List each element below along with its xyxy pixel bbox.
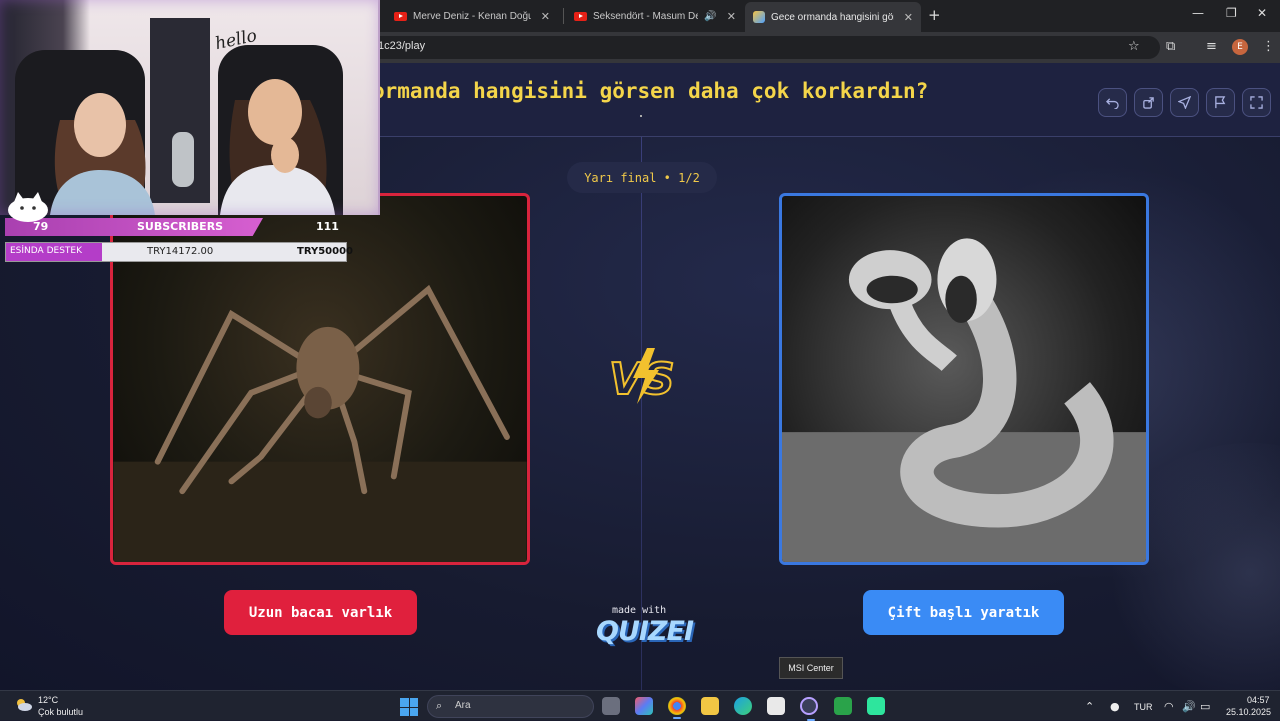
windows-start-button[interactable] bbox=[400, 698, 418, 716]
flag-icon bbox=[1215, 96, 1226, 109]
donation-goal-label: ESİNDA DESTEK bbox=[10, 246, 82, 256]
battery-icon[interactable]: ▭ bbox=[1200, 700, 1210, 713]
cursor-dot bbox=[640, 115, 642, 117]
extensions-icon[interactable]: ⧉ bbox=[1166, 39, 1175, 54]
report-button[interactable] bbox=[1206, 88, 1235, 117]
kick-icon[interactable] bbox=[867, 697, 885, 715]
new-tab-button[interactable]: + bbox=[928, 6, 941, 24]
subscriber-count-right: 111 bbox=[316, 220, 339, 233]
youtube-icon bbox=[394, 11, 407, 21]
file-explorer-icon[interactable] bbox=[701, 697, 719, 715]
undo-icon bbox=[1106, 98, 1119, 109]
start-logo-tile bbox=[400, 707, 409, 716]
cloud-weather-icon[interactable] bbox=[13, 697, 33, 711]
share-icon bbox=[1143, 97, 1154, 109]
menu-icon[interactable]: ⋮ bbox=[1262, 39, 1275, 54]
minimize-button[interactable]: — bbox=[1192, 6, 1204, 20]
fullscreen-icon bbox=[1250, 96, 1263, 109]
omnibox[interactable] bbox=[300, 36, 1160, 59]
copilot-icon[interactable] bbox=[635, 697, 653, 715]
xbox-icon[interactable] bbox=[834, 697, 852, 715]
media-control-icon[interactable]: ≡ bbox=[1206, 39, 1217, 54]
cat-mascot-icon bbox=[8, 192, 48, 222]
webcam-overlay: hello bbox=[0, 0, 380, 215]
close-icon[interactable]: ✕ bbox=[727, 10, 736, 23]
restore-button[interactable]: ❐ bbox=[1226, 6, 1237, 20]
close-icon[interactable]: ✕ bbox=[541, 10, 550, 23]
start-logo-tile bbox=[400, 698, 409, 707]
made-with-label: made with bbox=[612, 605, 667, 616]
edge-icon[interactable] bbox=[734, 697, 752, 715]
start-logo-tile bbox=[409, 698, 418, 707]
search-placeholder[interactable]: Ara bbox=[455, 700, 471, 711]
tab-merve-deniz[interactable]: Merve Deniz - Kenan Doğulu Ş ✕ bbox=[386, 4, 558, 28]
tab-title: Gece ormanda hangisini görsen bbox=[771, 11, 894, 23]
clock-time[interactable]: 04:57 bbox=[1247, 695, 1270, 705]
round-badge: Yarı final • 1/2 bbox=[567, 162, 717, 193]
donation-goal-target: TRY50000 bbox=[297, 246, 354, 257]
tray-chevron-icon[interactable]: ⌃ bbox=[1085, 700, 1094, 713]
two-headed-creature-image bbox=[782, 238, 1146, 562]
task-view-icon[interactable] bbox=[602, 697, 620, 715]
subscribers-label: SUBSCRIBERS bbox=[137, 220, 224, 233]
youtube-icon bbox=[574, 11, 587, 21]
speaker-icon[interactable]: 🔊 bbox=[704, 11, 716, 22]
choose-right-button[interactable]: Çift başlı yaratık bbox=[863, 590, 1064, 635]
tab-title: Seksendört - Masum Değili bbox=[593, 10, 699, 22]
tab-seksendort[interactable]: Seksendört - Masum Değili 🔊 ✕ bbox=[566, 4, 744, 28]
clock-date[interactable]: 25.10.2025 bbox=[1226, 707, 1271, 717]
profile-avatar[interactable]: E bbox=[1232, 39, 1248, 55]
choose-left-button[interactable]: Uzun bacaı varlık bbox=[224, 590, 417, 635]
undo-button[interactable] bbox=[1098, 88, 1127, 117]
msi-center-icon[interactable] bbox=[800, 697, 818, 721]
question-title: ormanda hangisini görsen daha çok korkar… bbox=[372, 79, 929, 103]
taskbar-search[interactable] bbox=[427, 695, 594, 718]
tab-quiz[interactable]: Gece ormanda hangisini görsen ✕ bbox=[745, 2, 921, 32]
store-icon[interactable] bbox=[767, 697, 785, 715]
send-button[interactable] bbox=[1170, 88, 1199, 117]
search-icon: ⌕ bbox=[436, 699, 443, 712]
close-icon[interactable]: ✕ bbox=[904, 11, 913, 24]
close-window-button[interactable]: ✕ bbox=[1257, 6, 1267, 20]
volume-icon[interactable]: 🔊 bbox=[1182, 700, 1196, 713]
weather-temperature[interactable]: 12°C bbox=[38, 695, 58, 705]
webcam-frame bbox=[0, 0, 378, 215]
versus-bolt-icon: VS bbox=[608, 348, 676, 406]
quizei-logo[interactable]: QUIZEI bbox=[596, 616, 694, 647]
send-icon bbox=[1178, 96, 1191, 109]
microphone-icon[interactable]: ● bbox=[1110, 700, 1120, 713]
weather-description[interactable]: Çok bulutlu bbox=[38, 707, 83, 717]
right-option-image[interactable] bbox=[779, 193, 1149, 565]
tab-title: Merve Deniz - Kenan Doğulu Ş bbox=[413, 10, 531, 22]
share-button[interactable] bbox=[1134, 88, 1163, 117]
subscriber-count-left: 79 bbox=[33, 220, 49, 233]
wifi-icon[interactable]: ◠ bbox=[1164, 700, 1174, 713]
bookmark-star-icon[interactable]: ☆ bbox=[1128, 39, 1140, 54]
start-logo-tile bbox=[409, 707, 418, 716]
language-indicator[interactable]: TUR bbox=[1134, 702, 1153, 712]
fullscreen-button[interactable] bbox=[1242, 88, 1271, 117]
site-favicon-icon bbox=[753, 11, 765, 23]
donation-goal-current: TRY14172.00 bbox=[147, 246, 214, 257]
tab-separator bbox=[563, 8, 564, 24]
tooltip: MSI Center bbox=[779, 657, 843, 679]
url-text[interactable]: 1c23/play bbox=[378, 40, 425, 52]
chrome-icon[interactable] bbox=[668, 697, 686, 719]
